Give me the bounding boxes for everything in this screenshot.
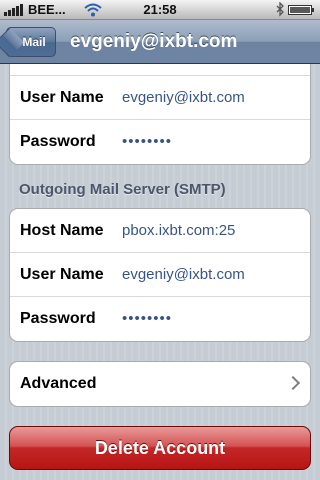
host-name-field[interactable]: pbox.ixbt.com:25 bbox=[122, 209, 235, 253]
outgoing-password-row[interactable]: Password •••••••• bbox=[10, 297, 310, 341]
incoming-username-field[interactable]: evgeniy@ixbt.com bbox=[122, 76, 245, 120]
incoming-password-field[interactable]: •••••••• bbox=[122, 120, 172, 164]
outgoing-username-field[interactable]: evgeniy@ixbt.com bbox=[122, 253, 245, 297]
host-name-row[interactable]: Host Name pbox.ixbt.com:25 bbox=[10, 209, 310, 253]
status-time: 21:58 bbox=[143, 2, 177, 17]
back-button-label: Mail bbox=[22, 35, 46, 49]
section-header: Outgoing Mail Server (SMTP) bbox=[19, 181, 226, 198]
battery-tip bbox=[312, 8, 314, 12]
status-bar: BEE... 21:58 bbox=[0, 0, 320, 20]
battery-icon bbox=[288, 5, 312, 15]
advanced-label: Advanced bbox=[20, 375, 97, 392]
outgoing-password-field[interactable]: •••••••• bbox=[122, 297, 172, 341]
incoming-username-row[interactable] bbox=[10, 64, 310, 76]
incoming-settings-group: User Name evgeniy@ixbt.com Password ••••… bbox=[9, 64, 311, 165]
back-button[interactable]: Mail bbox=[6, 27, 56, 57]
incoming-password-row[interactable]: Password •••••••• bbox=[10, 120, 310, 164]
field-label: Password bbox=[20, 310, 96, 327]
advanced-row[interactable]: Advanced bbox=[10, 362, 310, 406]
field-label: Password bbox=[20, 133, 96, 150]
outgoing-settings-group: Host Name pbox.ixbt.com:25 User Name evg… bbox=[9, 208, 311, 342]
incoming-username-row[interactable]: User Name evgeniy@ixbt.com bbox=[10, 76, 310, 120]
advanced-group: Advanced bbox=[9, 361, 311, 407]
outgoing-username-row[interactable]: User Name evgeniy@ixbt.com bbox=[10, 253, 310, 297]
chevron-right-icon bbox=[285, 375, 301, 391]
field-label: User Name bbox=[20, 266, 104, 283]
field-label: Host Name bbox=[20, 222, 104, 239]
navigation-bar: Mail evgeniy@ixbt.com bbox=[0, 20, 320, 64]
page-title: evgeniy@ixbt.com bbox=[70, 31, 238, 52]
delete-account-button[interactable]: Delete Account bbox=[9, 426, 311, 470]
field-label: User Name bbox=[20, 89, 104, 106]
bluetooth-icon bbox=[276, 2, 284, 17]
